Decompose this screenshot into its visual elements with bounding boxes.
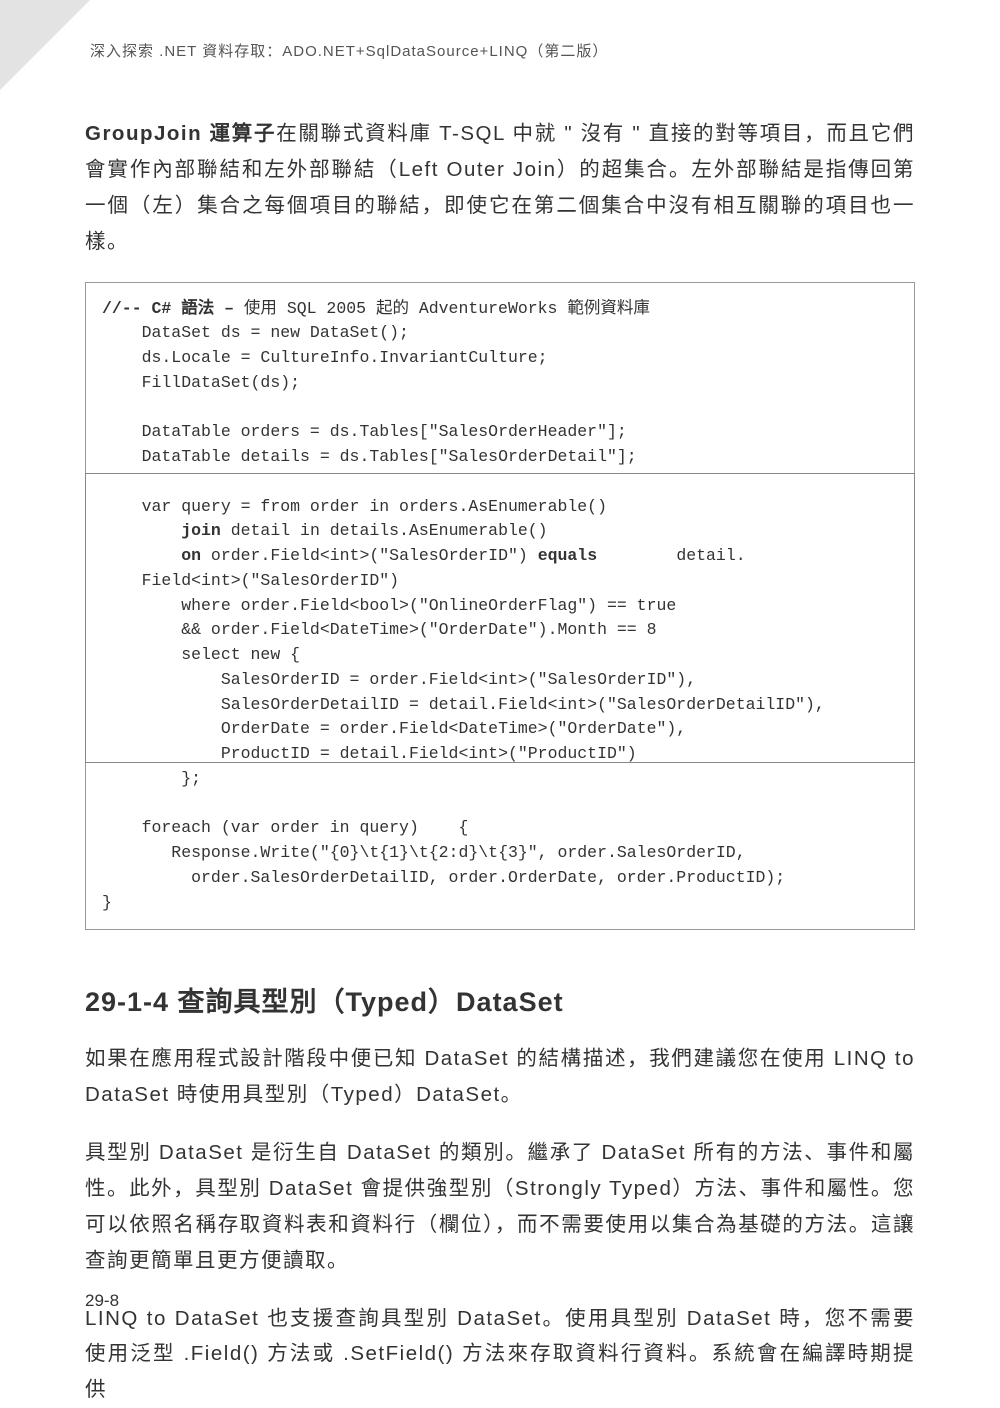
code-line: OrderDate = order.Field<DateTime>("Order… bbox=[102, 719, 686, 738]
code-keyword-join: join bbox=[181, 521, 221, 540]
code-keyword-on: on bbox=[181, 546, 201, 565]
code-line: SalesOrderDetailID = detail.Field<int>("… bbox=[102, 695, 825, 714]
page-corner-decoration bbox=[0, 0, 90, 90]
code-line: DataSet ds = new DataSet(); bbox=[102, 323, 409, 342]
running-header: 深入探索 .NET 資料存取：ADO.NET+SqlDataSource+LIN… bbox=[90, 40, 915, 61]
code-line: ProductID = detail.Field<int>("ProductID… bbox=[102, 744, 637, 763]
paragraph-groupjoin: GroupJoin 運算子在關聯式資料庫 T-SQL 中就 " 沒有 " 直接的… bbox=[85, 116, 915, 260]
code-line: order.SalesOrderDetailID, order.OrderDat… bbox=[102, 868, 785, 887]
code-line: order.Field<int>("SalesOrderID") bbox=[201, 546, 538, 565]
code-line: detail. bbox=[597, 546, 746, 565]
code-line: ds.Locale = CultureInfo.InvariantCulture… bbox=[102, 348, 548, 367]
paragraph-typed-linq: LINQ to DataSet 也支援查詢具型別 DataSet。使用具型別 D… bbox=[85, 1301, 915, 1408]
code-line: where order.Field<bool>("OnlineOrderFlag… bbox=[102, 596, 676, 615]
code-keyword-equals: equals bbox=[538, 546, 597, 565]
code-line: DataTable details = ds.Tables["SalesOrde… bbox=[102, 447, 637, 466]
code-line: detail in details.AsEnumerable() bbox=[221, 521, 548, 540]
code-line: } bbox=[102, 893, 112, 912]
code-line: select new { bbox=[102, 645, 300, 664]
code-line: DataTable orders = ds.Tables["SalesOrder… bbox=[102, 422, 627, 441]
paragraph-typed-intro: 如果在應用程式設計階段中便已知 DataSet 的結構描述，我們建議您在使用 L… bbox=[85, 1041, 915, 1113]
paragraph-typed-desc: 具型別 DataSet 是衍生自 DataSet 的類別。繼承了 DataSet… bbox=[85, 1135, 915, 1279]
page-number: 29-8 bbox=[85, 1291, 119, 1311]
code-line bbox=[102, 521, 181, 540]
code-line: foreach (var order in query) { bbox=[102, 818, 468, 837]
code-line: Field<int>("SalesOrderID") bbox=[102, 571, 399, 590]
code-line: var query = from order in orders.AsEnume… bbox=[102, 497, 607, 516]
code-comment-text: 使用 SQL 2005 起的 AdventureWorks 範例資料庫 bbox=[244, 299, 650, 318]
code-example: //-- C# 語法 – 使用 SQL 2005 起的 AdventureWor… bbox=[85, 282, 915, 931]
code-comment-prefix: //-- C# 語法 – bbox=[102, 299, 244, 318]
code-line: && order.Field<DateTime>("OrderDate").Mo… bbox=[102, 620, 657, 639]
code-line bbox=[102, 546, 181, 565]
code-line: Response.Write("{0}\t{1}\t{2:d}\t{3}", o… bbox=[102, 843, 746, 862]
code-line: }; bbox=[102, 769, 201, 788]
groupjoin-term: GroupJoin 運算子 bbox=[85, 122, 276, 145]
code-line: FillDataSet(ds); bbox=[102, 373, 300, 392]
code-line: SalesOrderID = order.Field<int>("SalesOr… bbox=[102, 670, 696, 689]
section-heading: 29-1-4 查詢具型別（Typed）DataSet bbox=[85, 980, 915, 1019]
